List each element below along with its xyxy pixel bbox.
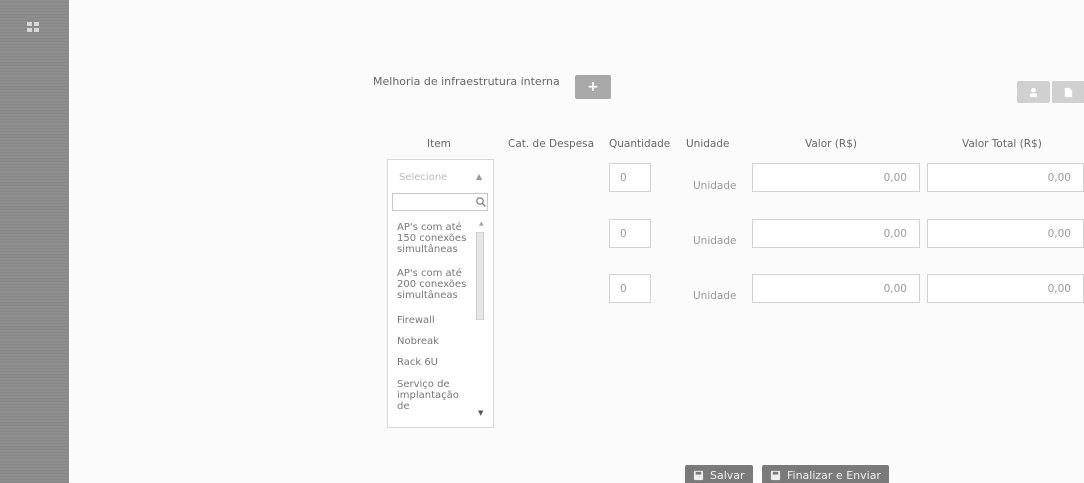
option-aps-150[interactable]: AP's com até 150 conexões simultâneas — [397, 222, 466, 255]
header-unidade: Unidade — [686, 138, 730, 150]
send-icon — [770, 470, 781, 480]
search-icon — [476, 197, 486, 207]
option-aps-200[interactable]: AP's com até 200 conexões simultâneas — [397, 268, 466, 301]
finalize-send-button[interactable]: Finalizar e Enviar — [762, 465, 889, 483]
option-servico-implantacao[interactable]: Serviço de implantação de — [397, 379, 459, 412]
unit-label: Unidade — [693, 180, 737, 192]
item-select-dropdown[interactable]: Selecione ▲ ▲ ▼ AP's com até 150 conexõe… — [387, 159, 494, 428]
header-quantidade: Quantidade — [609, 138, 671, 150]
project-title: Melhoria de infraestrutura interna — [373, 75, 560, 88]
save-button[interactable]: Salvar — [685, 465, 753, 483]
add-item-button[interactable]: + — [575, 75, 611, 99]
document-icon — [1064, 87, 1073, 97]
dropdown-scrollbar[interactable] — [476, 232, 484, 320]
option-rack-6u[interactable]: Rack 6U — [397, 357, 438, 368]
option-nobreak[interactable]: Nobreak — [397, 336, 439, 347]
valor-input[interactable]: 0,00 — [752, 163, 920, 192]
top-right-actions — [1017, 81, 1084, 103]
quantity-input[interactable]: 0 — [609, 163, 651, 192]
grid-icon[interactable] — [27, 22, 39, 32]
document-button[interactable] — [1052, 81, 1084, 103]
quantity-input[interactable]: 0 — [609, 219, 651, 248]
scroll-down-icon[interactable]: ▼ — [478, 409, 483, 417]
header-item: Item — [427, 138, 451, 150]
floppy-icon — [693, 470, 704, 480]
scroll-up-icon[interactable]: ▲ — [479, 220, 484, 227]
plus-icon: + — [587, 79, 599, 95]
valor-total-field: 0,00 — [927, 219, 1084, 248]
valor-total-field: 0,00 — [927, 274, 1084, 303]
header-valor: Valor (R$) — [805, 138, 857, 150]
header-cat-despesa: Cat. de Despesa — [508, 138, 595, 150]
chevron-up-icon[interactable]: ▲ — [476, 172, 482, 181]
sidebar — [0, 0, 69, 483]
quantity-input[interactable]: 0 — [609, 274, 651, 303]
option-firewall[interactable]: Firewall — [397, 315, 435, 326]
unit-label: Unidade — [693, 290, 737, 302]
search-input[interactable] — [392, 193, 488, 211]
valor-input[interactable]: 0,00 — [752, 219, 920, 248]
valor-input[interactable]: 0,00 — [752, 274, 920, 303]
user-icon — [1029, 87, 1038, 97]
user-button[interactable] — [1017, 81, 1050, 103]
header-valor-total: Valor Total (R$) — [962, 138, 1042, 150]
valor-total-field: 0,00 — [927, 163, 1084, 192]
unit-label: Unidade — [693, 235, 737, 247]
